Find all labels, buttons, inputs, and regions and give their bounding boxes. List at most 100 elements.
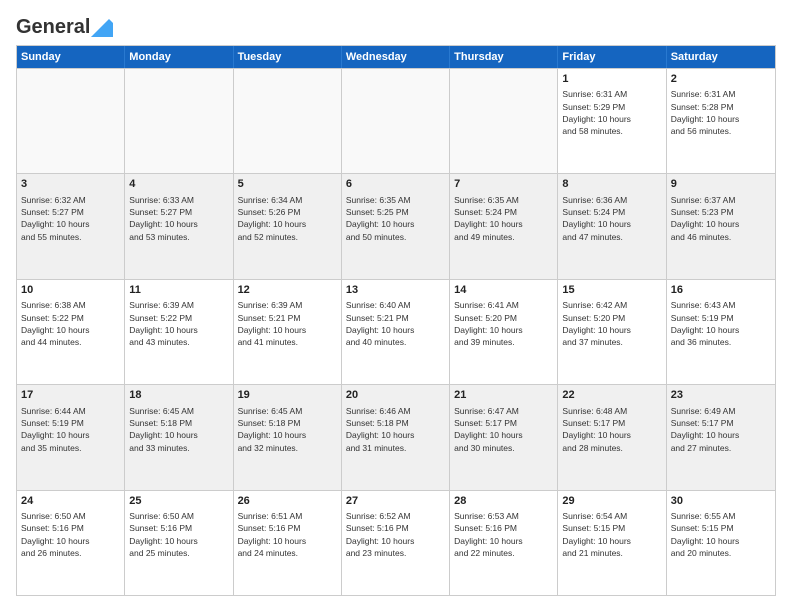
calendar-cell-2-4: 14Sunrise: 6:41 AMSunset: 5:20 PMDayligh… <box>450 280 558 384</box>
day-number: 30 <box>671 494 771 509</box>
calendar-cell-0-2 <box>234 69 342 173</box>
day-number: 15 <box>562 283 661 298</box>
cell-info: Sunrise: 6:53 AMSunset: 5:16 PMDaylight:… <box>454 510 553 559</box>
cell-info: Sunrise: 6:35 AMSunset: 5:24 PMDaylight:… <box>454 194 553 243</box>
cell-info: Sunrise: 6:35 AMSunset: 5:25 PMDaylight:… <box>346 194 445 243</box>
page: General SundayMondayTuesdayWednesdayThur… <box>0 0 792 612</box>
calendar-cell-4-6: 30Sunrise: 6:55 AMSunset: 5:15 PMDayligh… <box>667 491 775 595</box>
calendar-cell-3-2: 19Sunrise: 6:45 AMSunset: 5:18 PMDayligh… <box>234 385 342 489</box>
calendar: SundayMondayTuesdayWednesdayThursdayFrid… <box>16 45 776 596</box>
cell-info: Sunrise: 6:39 AMSunset: 5:22 PMDaylight:… <box>129 299 228 348</box>
calendar-cell-3-6: 23 Sunrise: 6:49 AMSunset: 5:17 PMDayligh… <box>667 385 775 489</box>
cell-info: Sunrise: 6:43 AMSunset: 5:19 PMDaylight:… <box>671 299 771 348</box>
calendar-cell-1-2: 5 Sunrise: 6:34 AMSunset: 5:26 PMDaylight… <box>234 174 342 278</box>
cell-info: Sunrise: 6:51 AMSunset: 5:16 PMDaylight:… <box>238 510 337 559</box>
calendar-cell-3-0: 17 Sunrise: 6:44 AMSunset: 5:19 PMDayligh… <box>17 385 125 489</box>
day-number: 16 <box>671 283 771 298</box>
cell-info: Sunrise: 6:55 AMSunset: 5:15 PMDaylight:… <box>671 510 771 559</box>
day-number: 25 <box>129 494 228 509</box>
cell-info: Sunrise: 6:48 AMSunset: 5:17 PMDaylight:… <box>562 405 661 454</box>
day-number: 1 <box>562 72 661 87</box>
day-number: 7 <box>454 177 553 192</box>
day-number: 22 <box>562 388 661 403</box>
day-number: 12 <box>238 283 337 298</box>
header-day-friday: Friday <box>558 46 666 68</box>
cell-info: Sunrise: 6:40 AMSunset: 5:21 PMDaylight:… <box>346 299 445 348</box>
calendar-cell-3-1: 18 Sunrise: 6:45 AMSunset: 5:18 PMDayligh… <box>125 385 233 489</box>
day-number: 11 <box>129 283 228 298</box>
day-number: 20 <box>346 388 445 403</box>
cell-info: Sunrise: 6:45 AMSunset: 5:18 PMDaylight:… <box>238 405 337 454</box>
cell-info: Sunrise: 6:31 AMSunset: 5:29 PMDaylight:… <box>562 88 661 137</box>
calendar-cell-3-4: 21Sunrise: 6:47 AMSunset: 5:17 PMDayligh… <box>450 385 558 489</box>
day-number: 17 <box>21 388 120 403</box>
day-number: 23 <box>671 388 771 403</box>
calendar-cell-1-0: 3 Sunrise: 6:32 AMSunset: 5:27 PMDaylight… <box>17 174 125 278</box>
cell-info: Sunrise: 6:32 AMSunset: 5:27 PMDaylight:… <box>21 194 120 243</box>
calendar-cell-0-0 <box>17 69 125 173</box>
calendar-cell-2-1: 11Sunrise: 6:39 AMSunset: 5:22 PMDayligh… <box>125 280 233 384</box>
calendar-cell-1-6: 9Sunrise: 6:37 AMSunset: 5:23 PMDaylight… <box>667 174 775 278</box>
header-day-wednesday: Wednesday <box>342 46 450 68</box>
calendar-body: 1Sunrise: 6:31 AMSunset: 5:29 PMDaylight… <box>17 68 775 595</box>
day-number: 26 <box>238 494 337 509</box>
logo: General <box>16 16 113 35</box>
day-number: 18 <box>129 388 228 403</box>
calendar-cell-4-5: 29Sunrise: 6:54 AMSunset: 5:15 PMDayligh… <box>558 491 666 595</box>
calendar-row-0: 1Sunrise: 6:31 AMSunset: 5:29 PMDaylight… <box>17 68 775 173</box>
calendar-cell-4-0: 24Sunrise: 6:50 AMSunset: 5:16 PMDayligh… <box>17 491 125 595</box>
calendar-cell-2-6: 16Sunrise: 6:43 AMSunset: 5:19 PMDayligh… <box>667 280 775 384</box>
calendar-cell-4-3: 27Sunrise: 6:52 AMSunset: 5:16 PMDayligh… <box>342 491 450 595</box>
calendar-cell-4-4: 28Sunrise: 6:53 AMSunset: 5:16 PMDayligh… <box>450 491 558 595</box>
day-number: 3 <box>21 177 120 192</box>
cell-info: Sunrise: 6:44 AMSunset: 5:19 PMDaylight:… <box>21 405 120 454</box>
day-number: 29 <box>562 494 661 509</box>
day-number: 13 <box>346 283 445 298</box>
cell-info: Sunrise: 6:36 AMSunset: 5:24 PMDaylight:… <box>562 194 661 243</box>
day-number: 5 <box>238 177 337 192</box>
cell-info: Sunrise: 6:41 AMSunset: 5:20 PMDaylight:… <box>454 299 553 348</box>
calendar-row-3: 17 Sunrise: 6:44 AMSunset: 5:19 PMDayligh… <box>17 384 775 489</box>
calendar-cell-3-5: 22 Sunrise: 6:48 AMSunset: 5:17 PMDayligh… <box>558 385 666 489</box>
calendar-cell-0-5: 1Sunrise: 6:31 AMSunset: 5:29 PMDaylight… <box>558 69 666 173</box>
calendar-cell-2-3: 13Sunrise: 6:40 AMSunset: 5:21 PMDayligh… <box>342 280 450 384</box>
calendar-cell-3-3: 20 Sunrise: 6:46 AMSunset: 5:18 PMDayligh… <box>342 385 450 489</box>
cell-info: Sunrise: 6:33 AMSunset: 5:27 PMDaylight:… <box>129 194 228 243</box>
day-number: 27 <box>346 494 445 509</box>
calendar-cell-4-2: 26Sunrise: 6:51 AMSunset: 5:16 PMDayligh… <box>234 491 342 595</box>
header-day-tuesday: Tuesday <box>234 46 342 68</box>
calendar-cell-4-1: 25Sunrise: 6:50 AMSunset: 5:16 PMDayligh… <box>125 491 233 595</box>
cell-info: Sunrise: 6:46 AMSunset: 5:18 PMDaylight:… <box>346 405 445 454</box>
day-number: 6 <box>346 177 445 192</box>
header-day-saturday: Saturday <box>667 46 775 68</box>
day-number: 10 <box>21 283 120 298</box>
calendar-cell-2-0: 10Sunrise: 6:38 AMSunset: 5:22 PMDayligh… <box>17 280 125 384</box>
day-number: 4 <box>129 177 228 192</box>
calendar-header: SundayMondayTuesdayWednesdayThursdayFrid… <box>17 46 775 68</box>
calendar-cell-1-1: 4 Sunrise: 6:33 AMSunset: 5:27 PMDaylight… <box>125 174 233 278</box>
calendar-cell-1-3: 6 Sunrise: 6:35 AMSunset: 5:25 PMDaylight… <box>342 174 450 278</box>
cell-info: Sunrise: 6:54 AMSunset: 5:15 PMDaylight:… <box>562 510 661 559</box>
cell-info: Sunrise: 6:34 AMSunset: 5:26 PMDaylight:… <box>238 194 337 243</box>
cell-info: Sunrise: 6:52 AMSunset: 5:16 PMDaylight:… <box>346 510 445 559</box>
calendar-row-2: 10Sunrise: 6:38 AMSunset: 5:22 PMDayligh… <box>17 279 775 384</box>
cell-info: Sunrise: 6:49 AMSunset: 5:17 PMDaylight:… <box>671 405 771 454</box>
day-number: 14 <box>454 283 553 298</box>
day-number: 21 <box>454 388 553 403</box>
cell-info: Sunrise: 6:45 AMSunset: 5:18 PMDaylight:… <box>129 405 228 454</box>
header: General <box>16 16 776 35</box>
calendar-cell-0-6: 2Sunrise: 6:31 AMSunset: 5:28 PMDaylight… <box>667 69 775 173</box>
header-day-sunday: Sunday <box>17 46 125 68</box>
calendar-cell-2-5: 15Sunrise: 6:42 AMSunset: 5:20 PMDayligh… <box>558 280 666 384</box>
calendar-cell-0-1 <box>125 69 233 173</box>
calendar-cell-1-4: 7 Sunrise: 6:35 AMSunset: 5:24 PMDaylight… <box>450 174 558 278</box>
day-number: 24 <box>21 494 120 509</box>
cell-info: Sunrise: 6:37 AMSunset: 5:23 PMDaylight:… <box>671 194 771 243</box>
day-number: 28 <box>454 494 553 509</box>
calendar-row-1: 3 Sunrise: 6:32 AMSunset: 5:27 PMDaylight… <box>17 173 775 278</box>
day-number: 8 <box>562 177 661 192</box>
calendar-cell-2-2: 12Sunrise: 6:39 AMSunset: 5:21 PMDayligh… <box>234 280 342 384</box>
calendar-cell-1-5: 8 Sunrise: 6:36 AMSunset: 5:24 PMDaylight… <box>558 174 666 278</box>
day-number: 2 <box>671 72 771 87</box>
cell-info: Sunrise: 6:42 AMSunset: 5:20 PMDaylight:… <box>562 299 661 348</box>
